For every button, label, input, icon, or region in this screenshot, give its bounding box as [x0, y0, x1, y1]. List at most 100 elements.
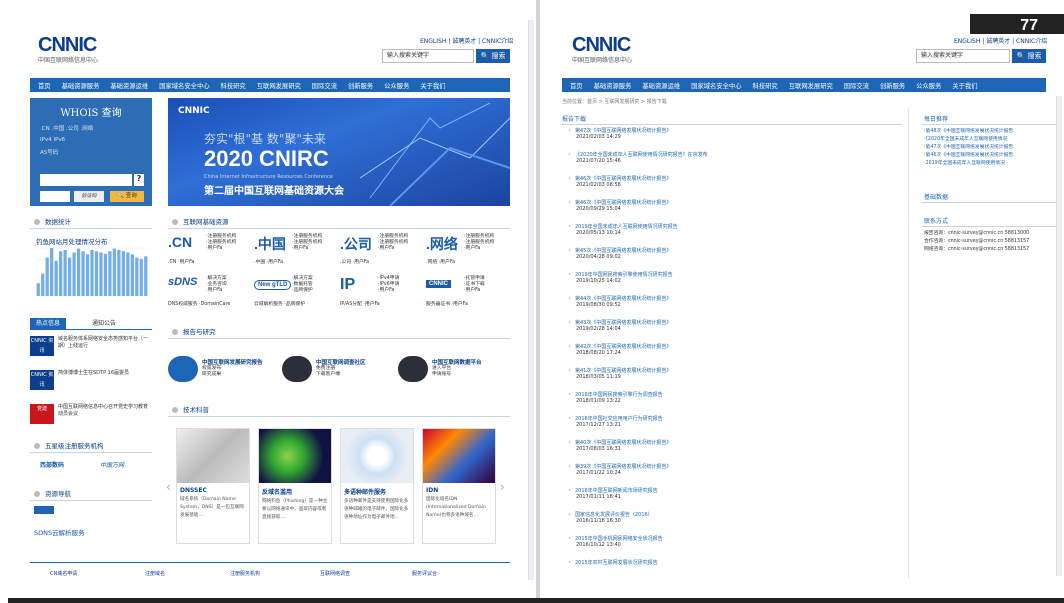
report-list-item[interactable]: 第39次《中国互联网络发展状况统计报告》2017/01/22 10:24	[568, 463, 898, 487]
nav-item-international[interactable]: 国际交流	[844, 81, 869, 90]
report-link[interactable]: 2015年中国手机网民网络安全状况报告	[568, 535, 898, 542]
whois-ip-types[interactable]: IPv4 IPv6	[30, 137, 152, 143]
cnnic-logo[interactable]: CNNIC	[572, 34, 631, 57]
resource-cn[interactable]: .CN ·注册服务机构 ·注册服务机构 ·用户Fa .CN ·用户Fa	[168, 232, 252, 272]
footer-link[interactable]: 互联网络调查	[320, 570, 350, 577]
report-link[interactable]: 研究成果	[202, 372, 221, 378]
nav-item-domain-security[interactable]: 国家域名安全中心	[691, 81, 741, 90]
report-list-item[interactable]: 第44次《中国互联网络发展状况统计报告》2019/08/30 09:52	[568, 295, 898, 319]
search-button[interactable]: 🔍 搜索	[1012, 49, 1046, 63]
report-data-platform[interactable]: 中国互联网数据平台 进入平台 申请账号	[398, 356, 510, 386]
report-dev-research[interactable]: 中国互联网发展研究报告 权威发布 研究成果	[168, 356, 278, 386]
resource-link[interactable]: ·用户Fa	[378, 246, 408, 252]
nav-item-resource-ops[interactable]: 基础资源运维	[642, 81, 680, 90]
resource-link[interactable]: ·用户Fa	[464, 246, 494, 252]
nav-item-innovation[interactable]: 创新服务	[880, 81, 905, 90]
help-icon[interactable]: ?	[134, 174, 144, 186]
resource-link[interactable]: ·用户Fa	[464, 288, 485, 294]
whois-as[interactable]: AS号码	[30, 148, 152, 156]
nav-item-about[interactable]: 关于我们	[952, 81, 977, 90]
report-link[interactable]: 2016年中国网民搜索引擎行为调查报告	[568, 391, 898, 398]
nav-item-innovation[interactable]: 创新服务	[348, 81, 373, 90]
report-link[interactable]: 2019年全国未成年人互联网使用情况研究报告	[568, 223, 898, 230]
report-list-item[interactable]: 《2020年全国未成年人互联网使用情况研究报告》在京发布2021/07/20 1…	[568, 151, 898, 175]
recommend-item[interactable]: ·2019年全国未成年人互联网使用情况	[924, 160, 1054, 168]
report-link[interactable]: 第40次《中国互联网络发展状况统计报告》	[568, 439, 898, 446]
nav-item-domain-security[interactable]: 国家域名安全中心	[159, 81, 209, 90]
recommend-item[interactable]: ·第48次《中国互联网络发展状况统计报告	[924, 128, 1054, 136]
report-list-item[interactable]: 第45次《中国互联网络发展状况统计报告》2020/04/28 09:02	[568, 247, 898, 271]
tab-hot-news[interactable]: 热点信息	[30, 318, 67, 330]
nav-item-internet-dev[interactable]: 互联网发展研究	[257, 81, 301, 90]
nav-item-about[interactable]: 关于我们	[420, 81, 445, 90]
resource-sdns[interactable]: sDNS ·解决方案 ·业务咨询 ·用户Fa DNS权威服务 ·DomainCare	[168, 274, 252, 314]
report-link[interactable]: 《2020年全国未成年人互联网使用情况研究报告》在京发布	[568, 151, 898, 158]
report-link[interactable]: 第39次《中国互联网络发展状况统计报告》	[568, 463, 898, 470]
footer-link[interactable]: 注册服务机构	[230, 570, 260, 577]
nav-item-resource-service[interactable]: 基础资源服务	[62, 81, 100, 90]
report-list-item[interactable]: 第40次《中国互联网络发展状况统计报告》2017/08/03 16:31	[568, 439, 898, 463]
resource-newgtld[interactable]: New gTLD ·解决方案 ·数据托管 ·品牌保护 云域解析服务 ·品牌保护	[254, 274, 338, 314]
scrollbar[interactable]	[528, 20, 534, 580]
report-list-item[interactable]: 第42次《中国互联网络发展状况统计报告》2018/08/20 17:24	[568, 343, 898, 367]
report-list-item[interactable]: 2016年中国社交应用用户行为研究报告2017/12/27 13:21	[568, 415, 898, 439]
news-item[interactable]: CNNIC 资讯 域名服务体系网络安全态势感知平台（一期）上线运行	[30, 336, 152, 358]
news-item[interactable]: CNNIC 资讯 简体博博士生在SDTP 16届委员	[30, 370, 152, 392]
tech-card-idn[interactable]: IDN 国际化域名IDN (Internationalized Domain N…	[422, 428, 496, 544]
report-link[interactable]: 第44次《中国互联网络发展状况统计报告》	[568, 295, 898, 302]
report-list-item[interactable]: 国家信息化发展评价报告（2016）2016/11/18 16:30	[568, 511, 898, 535]
sdns-link[interactable]: SDNS云解析服务	[34, 527, 85, 537]
search-input[interactable]: 输入搜索关键字	[382, 49, 474, 63]
resource-gongsi[interactable]: .公司 ·注册服务机构 ·注册服务机构 ·用户Fa .公司 ·用户Fa	[340, 232, 424, 272]
report-link[interactable]: 2016年中国社交应用用户行为研究报告	[568, 415, 898, 422]
report-link[interactable]: 第46次《中国互联网络发展状况统计报告》	[568, 175, 898, 182]
resource-cert[interactable]: CNNIC ·托管申请 ·证书下载 ·用户Fa 服务器证书 ·用户Fa	[426, 274, 510, 314]
carousel-next-icon[interactable]: ›	[500, 480, 505, 494]
report-list-item[interactable]: 第46次《中国互联网络发展状况统计报告》2020/09/29 15:04	[568, 199, 898, 223]
nav-item-internet-dev[interactable]: 互联网发展研究	[789, 81, 833, 90]
nav-item-resource-ops[interactable]: 基础资源运维	[110, 81, 148, 90]
footer-link[interactable]: 服务评议合	[412, 570, 437, 577]
report-list-item[interactable]: 2016年中国网民搜索引擎行为调查报告2018/01/09 13:22	[568, 391, 898, 415]
partner-wanwang[interactable]: 中国万网	[100, 460, 124, 469]
report-link[interactable]: 第45次《中国互联网络发展状况统计报告》	[568, 247, 898, 254]
resource-link[interactable]: ·品牌保护	[292, 288, 313, 294]
resource-link[interactable]: ·用户Fa	[378, 288, 399, 294]
breadcrumb[interactable]: 当前位置：首页 > 互联网发展研究 > 报告下载	[562, 98, 667, 105]
resource-zhongguo[interactable]: .中国 ·注册服务机构 ·注册服务机构 ·用户Fa .中国 ·用户Fa	[254, 232, 338, 272]
tech-card-dnssec[interactable]: DNSSEC 域名系统（Domain Name System，DNS）是一包互联…	[176, 428, 250, 544]
nav-item-research[interactable]: 科技研究	[753, 81, 778, 90]
nav-item-public[interactable]: 公众服务	[916, 81, 941, 90]
report-link[interactable]: 2015年农村互联网发展状况研究报告	[568, 559, 898, 566]
footer-link[interactable]: 注册域名	[145, 570, 165, 577]
report-list-item[interactable]: 2015年中国手机网民网络安全状况报告2016/10/12 13:40	[568, 535, 898, 559]
partner-west[interactable]: 西部数码	[40, 460, 64, 469]
carousel-prev-icon[interactable]: ‹	[166, 480, 171, 494]
report-list-item[interactable]: 2016年中国互联网新闻市场研究报告2017/01/11 18:41	[568, 487, 898, 511]
report-list-item[interactable]: 第41次《中国互联网络发展状况统计报告》2018/03/05 11:19	[568, 367, 898, 391]
tech-card-abuse[interactable]: 反域名滥用 网络钓鱼（Phishing）是一种主要以网络通讯中，盗取内容或者直接…	[258, 428, 332, 544]
report-list-item[interactable]: 第46次《中国互联网络发展状况统计报告》2021/02/03 08:58	[568, 175, 898, 199]
tab-announcements[interactable]: 通知公告	[86, 318, 122, 330]
report-list-item[interactable]: 2019年全国未成年人互联网使用情况研究报告2020/05/13 10:14	[568, 223, 898, 247]
recommend-item[interactable]: ·《2020年全国未成年人互联网使用情况	[924, 136, 1054, 144]
search-button[interactable]: 🔍 搜索	[476, 49, 510, 63]
captcha-input[interactable]	[40, 191, 70, 202]
conference-banner[interactable]: CNNIC 夯实"根"基 数"聚"未来 2020 CNIRC China Int…	[168, 98, 510, 206]
nav-item-home[interactable]: 首页	[570, 81, 583, 90]
resource-ip[interactable]: IP ·IPv4申请 ·IPv6申请 ·用户Fa IP/AS分配 ·用户Fa	[340, 274, 424, 314]
tech-card-email[interactable]: 多语种邮件服务 多语种邮件是支持使用国际化多语种邮箱的电子邮件，国际化多语种地址…	[340, 428, 414, 544]
report-link[interactable]: 第43次《中国互联网络发展状况统计报告》	[568, 319, 898, 326]
report-survey-community[interactable]: 中国互联网调查社区 免费注册 下载客户端	[282, 356, 392, 386]
scrollbar[interactable]	[1056, 96, 1062, 576]
whois-input[interactable]	[40, 174, 132, 186]
resource-link[interactable]: ·用户Fa	[292, 246, 322, 252]
nav-item-home[interactable]: 首页	[38, 81, 51, 90]
top-links[interactable]: ENGLISH | 诚聘英才 | CNNIC介绍	[420, 36, 513, 45]
report-link[interactable]: 申请账号	[432, 372, 451, 378]
nav-item-research[interactable]: 科技研究	[221, 81, 246, 90]
recommend-item[interactable]: ·第47次《中国互联网络发展状况统计报告	[924, 144, 1054, 152]
report-link[interactable]: 国家信息化发展评价报告（2016）	[568, 511, 898, 518]
query-button[interactable]: 🔍 查询	[110, 191, 144, 202]
recommend-item[interactable]: ·第46次《中国互联网络发展状况统计报告	[924, 152, 1054, 160]
